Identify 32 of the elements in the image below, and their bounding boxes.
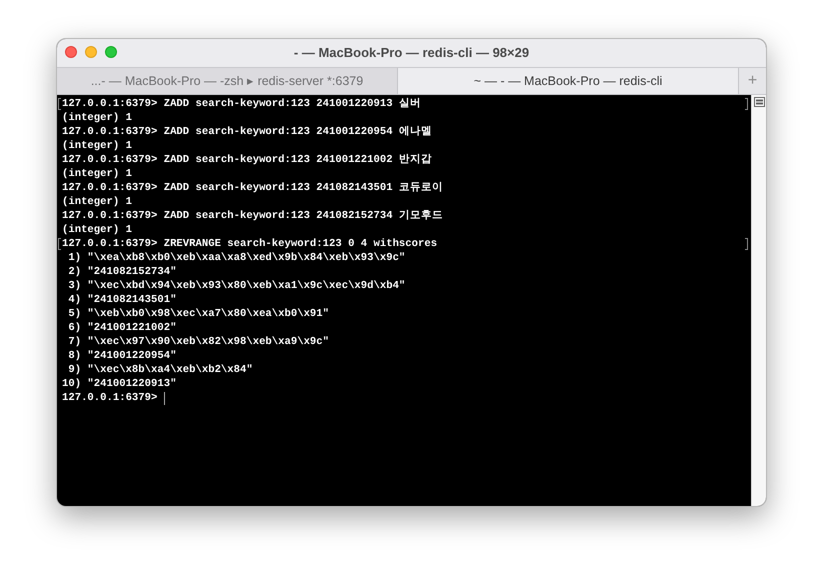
terminal-line: 10) "241001220913" [62, 378, 176, 390]
terminal-line: 9) "\xec\x8b\xa4\xeb\xb2\x84" [67, 364, 253, 376]
terminal-line: 3) "\xec\xbd\x94\xeb\x93\x80\xeb\xa1\x9c\xec\x9d\xb4" [67, 280, 406, 292]
terminal-line: 6) "241001221002" [67, 322, 176, 334]
terminal-line: 2) "241082152734" [67, 266, 176, 278]
terminal-line: (integer) 1 [62, 224, 132, 236]
terminal-line: (integer) 1 [62, 168, 132, 180]
terminal-prompt: 127.0.0.1:6379> [62, 391, 158, 405]
terminal-line: 4) "241082143501" [67, 294, 176, 306]
bookmark-mark [745, 98, 748, 110]
terminal-line: 127.0.0.1:6379> ZADD search-keyword:123 241001220913 실버 [62, 98, 421, 110]
terminal-line: 127.0.0.1:6379> ZADD search-keyword:123 241082143501 코듀로이 [62, 182, 443, 194]
terminal-line: (integer) 1 [62, 112, 132, 124]
bookmark-mark [745, 238, 748, 250]
terminal-line: 7) "\xec\x97\x90\xeb\x82\x98\xeb\xa9\x9c" [67, 336, 330, 348]
list-icon[interactable] [754, 97, 764, 107]
terminal-line: 127.0.0.1:6379> ZADD search-keyword:123 241001220954 에나멜 [62, 126, 432, 138]
terminal-line: 1) "\xea\xb8\xb0\xeb\xaa\xa8\xed\x9b\x84\xeb\x93\x9c" [67, 252, 406, 264]
terminal-line: 127.0.0.1:6379> ZADD search-keyword:123 241001221002 반지갑 [62, 154, 432, 166]
new-tab-button[interactable]: + [739, 68, 766, 94]
close-button[interactable] [65, 46, 77, 58]
tab[interactable]: ~ — - — MacBook-Pro — redis-cli [398, 68, 739, 94]
text-cursor [164, 392, 166, 404]
terminal-line: 127.0.0.1:6379> ZADD search-keyword:123 241082152734 기모후드 [62, 210, 443, 222]
terminal-line: (integer) 1 [62, 196, 132, 208]
terminal-line: (integer) 1 [62, 140, 132, 152]
terminal-line: 127.0.0.1:6379> ZREVRANGE search-keyword:123 0 4 withscores [62, 238, 438, 250]
terminal-line: 8) "241001220954" [67, 350, 176, 362]
window-title: - — MacBook-Pro — redis-cli — 98×29 [294, 44, 530, 62]
zoom-button[interactable] [105, 46, 117, 58]
minimize-button[interactable] [85, 46, 97, 58]
terminal-line: 5) "\xeb\xb0\x98\xec\xa7\x80\xea\xb0\x91" [67, 308, 330, 320]
